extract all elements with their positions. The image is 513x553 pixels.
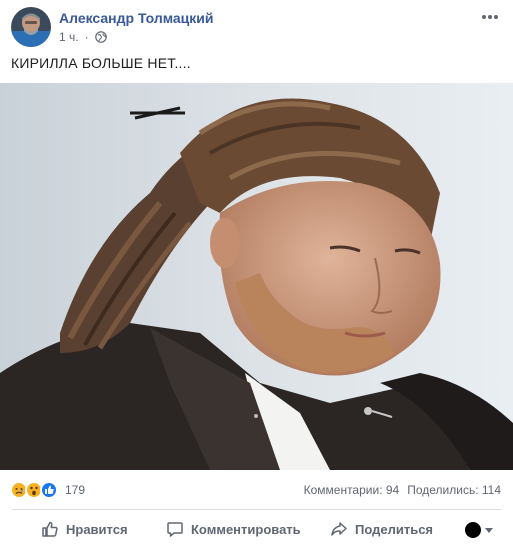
share-arrow-icon xyxy=(331,522,347,536)
post-photo[interactable] xyxy=(0,83,513,470)
author-name-link[interactable]: Александр Толмацкий xyxy=(59,10,214,26)
reaction-count[interactable]: 179 xyxy=(65,483,85,497)
like-label: Нравится xyxy=(66,521,128,537)
like-reaction-icon xyxy=(40,481,58,499)
comment-bubble-icon xyxy=(167,522,183,537)
shares-count[interactable]: Поделились: 114 xyxy=(407,483,501,497)
more-horizontal-icon[interactable] xyxy=(480,9,500,25)
post-header: Александр Толмацкий 1 ч. · xyxy=(11,7,506,49)
comments-count[interactable]: Комментарии: 94 xyxy=(304,483,400,497)
share-button[interactable]: Поделиться xyxy=(330,520,433,538)
post-meta: 1 ч. · xyxy=(59,30,107,44)
share-label: Поделиться xyxy=(355,521,434,537)
comment-button[interactable]: Комментировать xyxy=(166,520,301,538)
post-text: КИРИЛЛА БОЛЬШЕ НЕТ.... xyxy=(11,55,191,71)
divider xyxy=(12,509,501,510)
profile-dot-icon xyxy=(465,522,481,538)
thumbs-up-icon xyxy=(42,521,58,537)
author-avatar[interactable] xyxy=(11,7,51,47)
facebook-post: Александр Толмацкий 1 ч. · КИРИЛЛА БОЛЬШ… xyxy=(0,0,513,553)
post-actions: Нравится Комментировать Поделиться xyxy=(0,512,513,548)
reaction-icons[interactable] xyxy=(10,481,58,499)
globe-icon[interactable] xyxy=(94,31,107,43)
post-timestamp[interactable]: 1 ч. xyxy=(59,30,79,44)
reactions-bar: 179 Комментарии: 94 Поделились: 114 xyxy=(0,470,513,508)
audience-selector[interactable] xyxy=(465,522,493,538)
like-button[interactable]: Нравится xyxy=(41,520,128,538)
comment-label: Комментировать xyxy=(191,521,301,537)
engagement-counts: Комментарии: 94 Поделились: 114 xyxy=(304,483,501,497)
caret-down-icon xyxy=(485,527,493,533)
